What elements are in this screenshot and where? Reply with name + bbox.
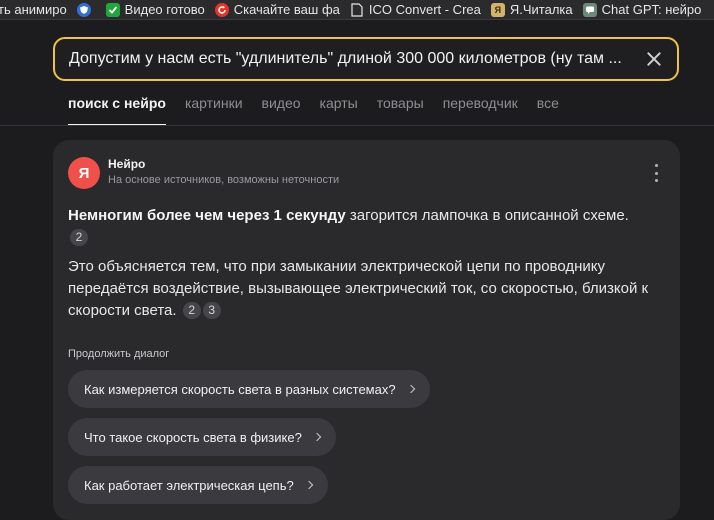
bookmark-2[interactable]: Видео готово: [105, 0, 215, 19]
chevron-right-icon: [406, 384, 415, 394]
tab-images[interactable]: картинки: [185, 94, 243, 126]
more-options-icon[interactable]: [653, 164, 659, 182]
chat-icon: [582, 2, 597, 17]
continue-dialog-label: Продолжить диалог: [68, 348, 170, 360]
bookmark-0[interactable]: ть анимиро: [0, 0, 77, 19]
search-bar[interactable]: Допустим у насм есть "удлинитель" длиной…: [53, 37, 679, 81]
answer-explanation: Это объясняется тем, что при замыкании э…: [68, 256, 653, 322]
suggestion-label: Как работает электрическая цепь?: [84, 477, 294, 493]
bookmark-3[interactable]: Скачайте ваш фа: [214, 0, 350, 19]
chevron-right-icon: [304, 480, 313, 490]
suggestion-label: Что такое скорость света в физике?: [84, 429, 302, 445]
suggestion-label: Как измеряется скорость света в разных с…: [84, 381, 396, 397]
tab-video[interactable]: видео: [262, 94, 301, 126]
tab-products[interactable]: товары: [377, 94, 424, 126]
search-tabs: поиск с нейро картинки видео карты товар…: [68, 94, 578, 128]
answer-card: Я Нейро На основе источников, возможны н…: [53, 140, 680, 520]
source-note: На основе источников, возможны неточност…: [108, 174, 340, 186]
answer-summary: Немногим более чем через 1 секунду загор…: [68, 205, 648, 249]
tab-neuro[interactable]: поиск с нейро: [68, 94, 166, 126]
tab-maps[interactable]: карты: [320, 94, 358, 126]
tab-all[interactable]: все: [537, 94, 559, 126]
bookmark-label: Скачайте ваш фа: [233, 2, 340, 17]
bookmark-4[interactable]: ICO Convert - Crea: [350, 0, 491, 19]
shield-icon: [76, 2, 91, 17]
answer-highlight: Немногим более чем через 1 секунду: [68, 207, 346, 224]
suggestion-chip[interactable]: Что такое скорость света в физике?: [68, 418, 336, 456]
reader-icon: Я: [490, 2, 505, 17]
bookmark-5[interactable]: Я Я.Читалка: [490, 0, 583, 19]
bookmark-label: ICO Convert - Crea: [368, 2, 481, 17]
bookmark-6[interactable]: Chat GPT: нейро: [582, 0, 712, 19]
bookmark-1[interactable]: [76, 0, 106, 19]
bookmark-label: Я.Читалка: [509, 2, 573, 17]
search-input[interactable]: Допустим у насм есть "удлинитель" длиной…: [69, 50, 633, 68]
answer-explanation-text: Это объясняется тем, что при замыкании э…: [68, 258, 649, 319]
reference-badge[interactable]: 3: [202, 302, 221, 319]
avatar-letter: Я: [78, 164, 90, 182]
reference-badge[interactable]: 2: [70, 229, 88, 246]
bookmarks-bar: ть анимиро Видео готово Скачайте ваш фа …: [0, 0, 714, 20]
bookmark-label: ть анимиро: [0, 2, 67, 17]
source-name: Нейро: [108, 157, 146, 171]
neuro-avatar: Я: [68, 157, 100, 189]
suggestion-chip[interactable]: Как работает электрическая цепь?: [68, 466, 328, 504]
tab-translator[interactable]: переводчик: [443, 94, 518, 126]
tabs-divider: [0, 125, 714, 126]
bookmark-label: Видео готово: [124, 2, 205, 17]
suggestion-chip[interactable]: Как измеряется скорость света в разных с…: [68, 370, 430, 408]
refresh-icon: [214, 2, 229, 17]
reference-badge[interactable]: 2: [182, 302, 201, 319]
chevron-right-icon: [312, 432, 322, 442]
answer-summary-text: загорится лампочка в описанной схеме.: [345, 207, 629, 224]
bookmark-label: Chat GPT: нейро: [601, 2, 702, 17]
file-icon: [350, 2, 364, 17]
close-icon[interactable]: [645, 50, 663, 68]
checkbox-icon: [105, 2, 120, 17]
